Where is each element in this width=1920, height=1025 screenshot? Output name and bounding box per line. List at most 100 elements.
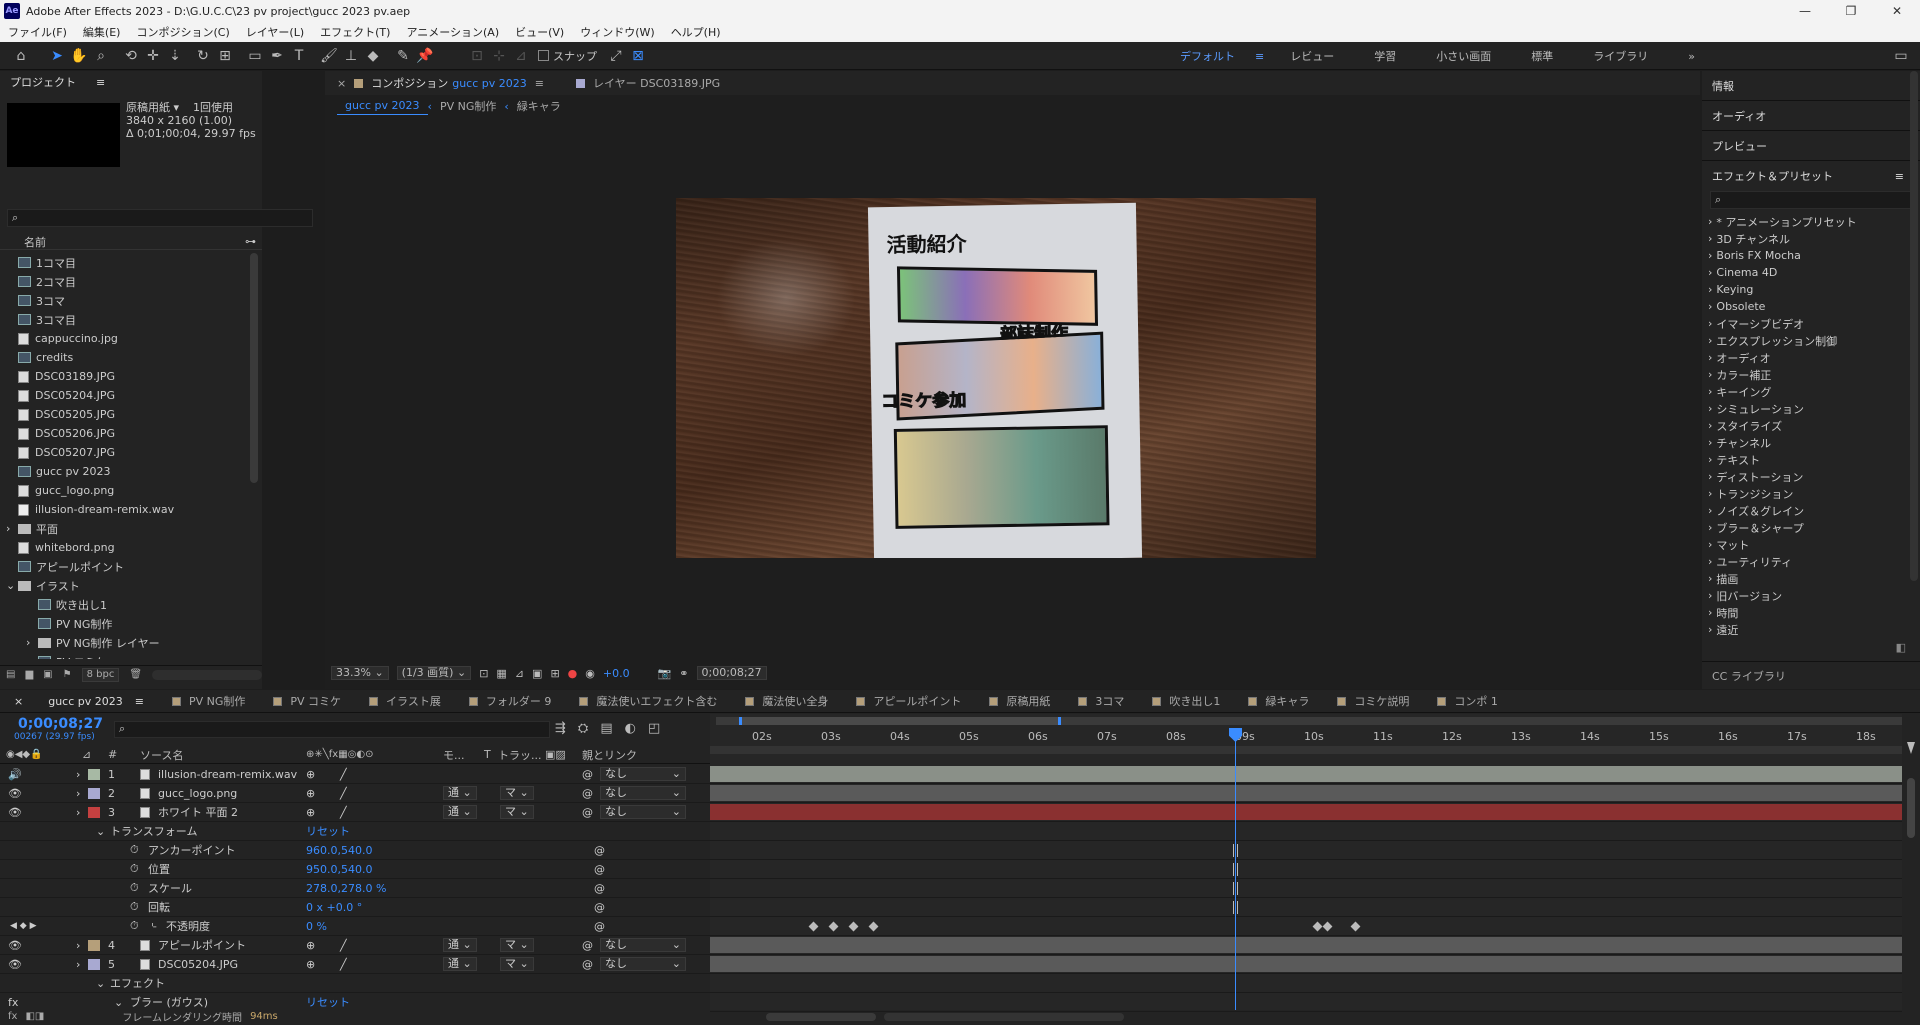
blend-mode-dropdown[interactable]: 通 ⌄: [443, 805, 477, 819]
comp-mini-flowchart-icon[interactable]: ⇶: [555, 721, 566, 736]
track-matte-dropdown[interactable]: マ ⌄: [500, 957, 534, 971]
resolution-dropdown[interactable]: (1/3 画質) ⌄: [396, 666, 472, 680]
current-time-display[interactable]: 0;00;08;27: [696, 666, 767, 680]
transform-property[interactable]: ⏱ アンカーポイント 960.0,540.0 @: [0, 841, 710, 860]
layer-duration-bar[interactable]: [710, 937, 1902, 953]
fx-switch-icon[interactable]: fx: [8, 996, 18, 1009]
graph-icon[interactable]: ⌎: [148, 920, 157, 933]
pickwhip-icon[interactable]: @: [594, 920, 605, 933]
shy-switch-icon[interactable]: ⊕: [306, 939, 315, 952]
track-matte-dropdown[interactable]: マ ⌄: [500, 805, 534, 819]
new-folder-icon[interactable]: ▆: [25, 669, 33, 680]
mask-visibility-icon[interactable]: ⊿: [515, 667, 524, 680]
layer-label-color[interactable]: [88, 939, 100, 951]
stopwatch-icon[interactable]: ⏱: [130, 919, 139, 933]
layer-duration-bar[interactable]: [710, 785, 1902, 801]
color-management-icon[interactable]: ◉: [585, 667, 595, 680]
snap-checkbox[interactable]: [538, 50, 549, 61]
pickwhip-icon[interactable]: @: [582, 958, 593, 971]
composition-canvas[interactable]: 活動紹介 部誌制作 コミケ参加: [676, 198, 1316, 558]
layer-row[interactable]: 👁 › 2 gucc_logo.png ⊕ ╱ @ なし ⌄ 通 ⌄ マ ⌄: [0, 784, 710, 803]
axis-icon[interactable]: ⊹: [488, 45, 510, 67]
preview-panel-header[interactable]: プレビュー: [1702, 131, 1920, 161]
menu-item[interactable]: ヘルプ(H): [663, 24, 729, 40]
new-comp-icon[interactable]: ▣: [43, 669, 52, 680]
adjust-project-icon[interactable]: ⚑: [63, 669, 72, 680]
menu-item[interactable]: ファイル(F): [0, 24, 75, 40]
parent-dropdown[interactable]: なし ⌄: [600, 767, 686, 781]
timeline-tab[interactable]: 原稿用紙: [975, 693, 1064, 709]
layer-name[interactable]: DSC05204.JPG: [158, 958, 238, 971]
workspace-more-icon[interactable]: »: [1668, 50, 1715, 63]
fit-icon[interactable]: ⊡: [479, 667, 488, 680]
timeline-tab[interactable]: 緑キャラ: [1234, 693, 1323, 709]
expand-arrow-icon[interactable]: ›: [76, 806, 80, 819]
timeline-tab[interactable]: 3コマ: [1064, 693, 1138, 709]
interpret-footage-icon[interactable]: ▤: [6, 669, 15, 680]
selection-tool-icon[interactable]: ➤: [46, 45, 68, 67]
effect-category[interactable]: › Cinema 4D: [1702, 264, 1920, 281]
puppet-tool-icon[interactable]: 📌: [414, 45, 436, 67]
workspace-tab[interactable]: ライブラリ: [1573, 48, 1668, 64]
effect-category[interactable]: › スタイライズ: [1702, 417, 1920, 434]
effects-panel-title[interactable]: エフェクト＆プリセット: [1712, 168, 1833, 184]
effect-category[interactable]: › Keying: [1702, 281, 1920, 298]
timeline-horizontal-scroll[interactable]: [883, 1012, 1124, 1021]
expand-arrow-icon[interactable]: ›: [26, 636, 30, 649]
expand-panes-icon[interactable]: ◧◨: [25, 1011, 44, 1022]
effect-category[interactable]: › テキスト: [1702, 451, 1920, 468]
timeline-scroll-thumb[interactable]: [1907, 778, 1915, 838]
zoom-dropdown[interactable]: 33.3% ⌄: [331, 666, 389, 680]
effect-category[interactable]: › ユーティリティ: [1702, 553, 1920, 570]
timeline-tab[interactable]: 魔法使いエフェクト含む: [565, 693, 731, 709]
timeline-tab[interactable]: × gucc pv 2023 ≡: [0, 695, 158, 708]
project-item[interactable]: 吹き出し1: [0, 595, 302, 614]
parent-dropdown[interactable]: なし ⌄: [600, 786, 686, 800]
stamp-tool-icon[interactable]: ⊥: [340, 45, 362, 67]
keyframe-marker[interactable]: [808, 921, 819, 932]
orbit-tool-icon[interactable]: ⟲: [120, 45, 142, 67]
selected-item-name[interactable]: 原稿用紙 ▾: [126, 101, 179, 114]
transform-property[interactable]: ⏱ スケール 278.0,278.0 % @: [0, 879, 710, 898]
pen-tool-icon[interactable]: ✒: [266, 45, 288, 67]
timeline-tab[interactable]: コンポ 1: [1423, 693, 1512, 709]
expand-arrow-icon[interactable]: ⌄: [6, 579, 15, 592]
delete-icon[interactable]: 🗑: [129, 669, 142, 680]
effects-group[interactable]: ⌄ エフェクト: [0, 974, 710, 993]
project-scrollbar[interactable]: [250, 253, 258, 483]
quality-switch-icon[interactable]: ╱: [340, 787, 347, 800]
roto-brush-tool-icon[interactable]: ✎: [392, 45, 414, 67]
effect-category[interactable]: › 旧バージョン: [1702, 587, 1920, 604]
project-item[interactable]: gucc_logo.png: [0, 481, 302, 500]
workspace-menu-icon[interactable]: ≡: [1255, 50, 1270, 63]
comp-tab-menu-icon[interactable]: ≡: [535, 77, 544, 90]
snap-options-icon[interactable]: ⤢: [605, 45, 627, 67]
keyframe-marker[interactable]: [848, 921, 859, 932]
stopwatch-icon[interactable]: ⏱: [130, 900, 139, 914]
quality-switch-icon[interactable]: ╱: [340, 768, 347, 781]
panel-options-icon[interactable]: ▭: [1890, 45, 1912, 67]
effect-category[interactable]: › カラー補正: [1702, 366, 1920, 383]
layer-duration-bar[interactable]: [710, 804, 1902, 820]
anchor-tool-icon[interactable]: ⊞: [214, 45, 236, 67]
stopwatch-icon[interactable]: ⏱: [130, 881, 139, 895]
menu-item[interactable]: ビュー(V): [507, 24, 572, 40]
comp-tab-name[interactable]: gucc pv 2023: [452, 77, 527, 90]
timeline-search-input[interactable]: ⌕: [114, 721, 550, 738]
layer-row[interactable]: 👁 › 3 ホワイト 平面 2 ⊕ ╱ @ なし ⌄ 通 ⌄ マ ⌄: [0, 803, 710, 822]
keyframe-marker[interactable]: [828, 921, 839, 932]
fx-icon[interactable]: fx: [8, 1011, 17, 1022]
breadcrumb-item[interactable]: gucc pv 2023: [337, 97, 428, 115]
layer-name[interactable]: アピールポイント: [158, 937, 246, 953]
minimize-button[interactable]: —: [1782, 0, 1828, 22]
thumbnail-size-slider[interactable]: [152, 669, 262, 680]
keyframe-marker[interactable]: [868, 921, 879, 932]
zoom-in-marker-icon[interactable]: [1907, 742, 1915, 754]
quality-switch-icon[interactable]: ╱: [340, 958, 347, 971]
pickwhip-icon[interactable]: @: [594, 863, 605, 876]
menu-item[interactable]: 編集(E): [75, 24, 129, 40]
menu-item[interactable]: ウィンドウ(W): [572, 24, 662, 40]
transform-group[interactable]: ⌄ トランスフォーム リセット: [0, 822, 710, 841]
audio-panel-header[interactable]: オーディオ: [1702, 101, 1920, 131]
menu-item[interactable]: コンポジション(C): [128, 24, 237, 40]
